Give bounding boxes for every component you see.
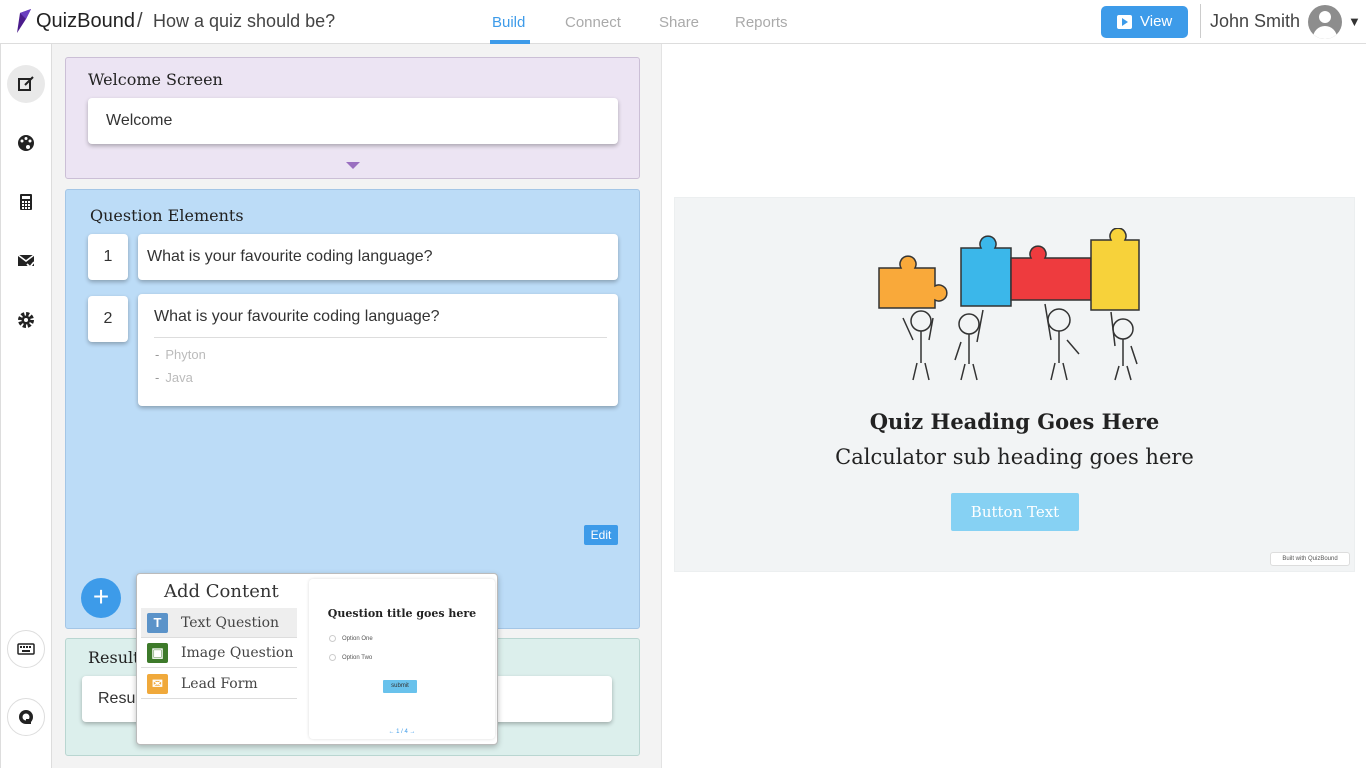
section-title: Welcome Screen	[88, 70, 223, 89]
quizbound-logo-icon[interactable]	[14, 7, 34, 35]
divider	[154, 337, 607, 338]
image-question-item[interactable]: ▣ Image Question	[141, 638, 297, 668]
preview-title: Question title goes here	[327, 607, 477, 620]
item-label: Text Question	[181, 615, 280, 631]
preview-submit-button: submit	[383, 680, 417, 693]
preview-option: Option Two	[329, 654, 372, 661]
breadcrumb-separator: /	[137, 10, 143, 32]
question-elements-section: Question Elements 1 What is your favouri…	[65, 189, 640, 629]
puzzle-team-illustration	[878, 228, 1140, 381]
brand-name[interactable]: QuizBound	[36, 10, 135, 33]
chevron-down-icon[interactable]: ▼	[1348, 14, 1361, 29]
question-card[interactable]: What is your favourite coding language?	[138, 234, 618, 280]
mail-check-icon[interactable]	[7, 242, 45, 280]
results-card-text: Resul	[98, 690, 139, 707]
support-icon[interactable]	[7, 698, 45, 736]
mail-icon: ✉	[147, 674, 168, 694]
section-title: Question Elements	[90, 206, 244, 225]
tab-build[interactable]: Build	[492, 14, 525, 31]
popup-title: Add Content	[164, 581, 279, 602]
preview-option: Option One	[329, 635, 373, 642]
edit-button[interactable]: Edit	[584, 525, 618, 545]
question-card[interactable]: What is your favourite coding language? …	[138, 294, 618, 406]
view-button-label: View	[1140, 13, 1173, 30]
tab-reports[interactable]: Reports	[735, 14, 788, 31]
text-icon: T	[147, 613, 168, 633]
item-label: Lead Form	[181, 676, 258, 692]
item-label: Image Question	[181, 645, 294, 661]
edit-icon[interactable]	[7, 65, 45, 103]
built-with-badge[interactable]: Built with QuizBound	[1270, 552, 1350, 566]
add-content-popup: Add Content T Text Question ▣ Image Ques…	[136, 573, 498, 745]
gear-icon[interactable]	[7, 301, 45, 339]
play-icon	[1117, 15, 1132, 29]
user-name[interactable]: John Smith	[1210, 11, 1300, 32]
header-divider	[1200, 4, 1201, 38]
quiz-subheading: Calculator sub heading goes here	[835, 445, 1194, 469]
tab-share[interactable]: Share	[659, 14, 699, 31]
preview-pager: ← 1 / 4 →	[388, 729, 416, 735]
avatar-body	[1313, 26, 1337, 39]
welcome-card[interactable]: Welcome	[88, 98, 618, 144]
question-option: - Phyton	[155, 347, 206, 362]
avatar-head	[1319, 11, 1331, 23]
question-option: - Java	[155, 370, 193, 385]
view-button[interactable]: View	[1101, 6, 1188, 38]
palette-icon[interactable]	[7, 124, 45, 162]
keyboard-icon[interactable]	[7, 630, 45, 668]
question-number[interactable]: 2	[88, 296, 128, 342]
tab-connect[interactable]: Connect	[565, 14, 621, 31]
quiz-start-button[interactable]: Button Text	[951, 493, 1079, 531]
quiz-title[interactable]: How a quiz should be?	[153, 11, 335, 32]
add-content-button[interactable]: +	[81, 578, 121, 618]
chevron-down-icon[interactable]	[346, 162, 360, 169]
question-text: What is your favourite coding language?	[154, 308, 440, 325]
welcome-card-text: Welcome	[106, 112, 173, 129]
avatar[interactable]	[1308, 5, 1342, 39]
welcome-screen-section: Welcome Screen Welcome	[65, 57, 640, 179]
text-question-item[interactable]: T Text Question	[141, 608, 297, 638]
top-bar: QuizBound / How a quiz should be? Build …	[0, 0, 1366, 44]
section-title: Result	[88, 648, 140, 667]
lead-form-item[interactable]: ✉ Lead Form	[141, 669, 297, 699]
sidebar	[0, 44, 52, 768]
question-text: What is your favourite coding language?	[147, 248, 433, 265]
question-number[interactable]: 1	[88, 234, 128, 280]
content-preview: Question title goes here Option One Opti…	[309, 579, 495, 739]
quiz-preview-stage: Quiz Heading Goes Here Calculator sub he…	[674, 197, 1355, 572]
image-icon: ▣	[147, 643, 168, 663]
quiz-heading: Quiz Heading Goes Here	[869, 409, 1160, 434]
calculator-icon[interactable]	[7, 183, 45, 221]
